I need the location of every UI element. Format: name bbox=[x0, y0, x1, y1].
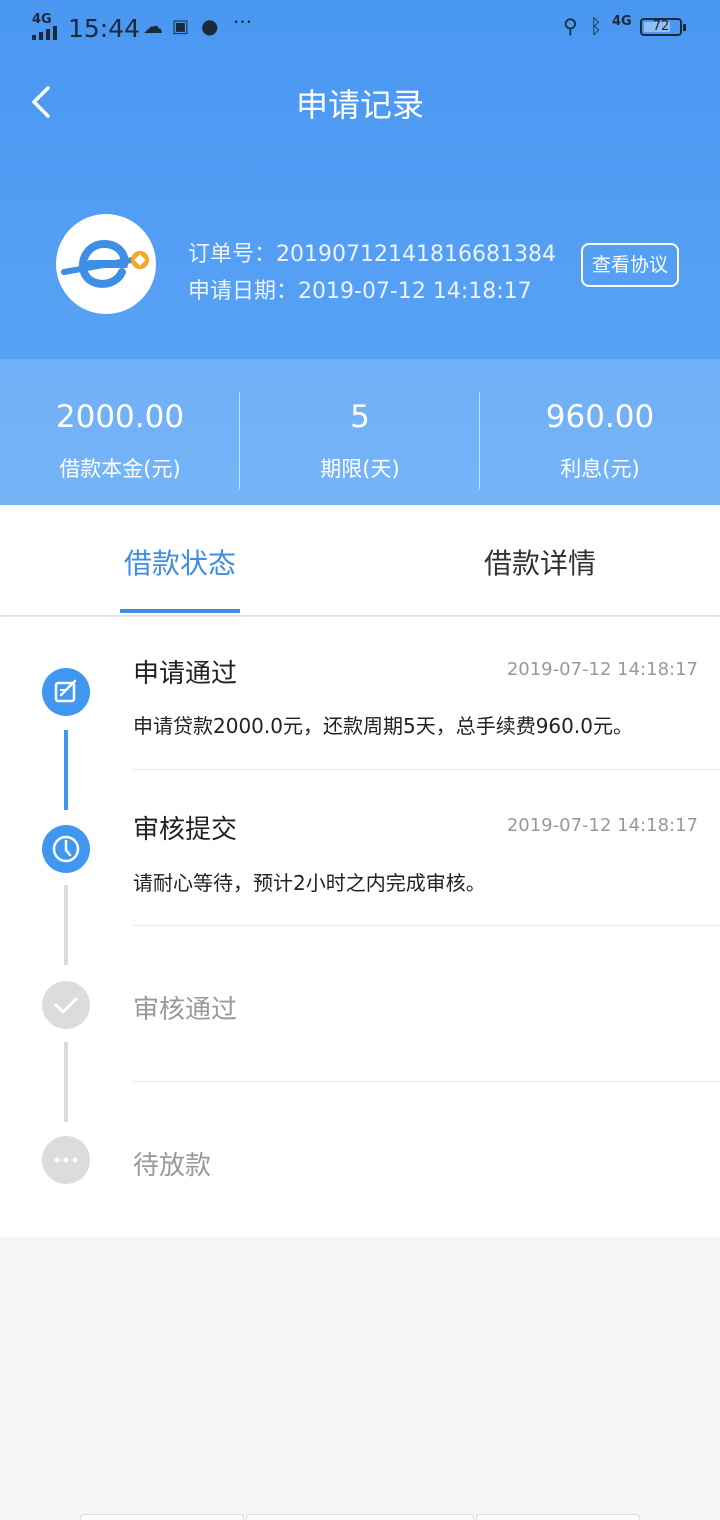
step-title: 申请通过 bbox=[133, 659, 238, 689]
stat-interest: 960.00 利息(元) bbox=[480, 359, 720, 505]
step-separator bbox=[133, 769, 720, 770]
network-type: 4G bbox=[32, 12, 52, 27]
stat-term: 5 期限(天) bbox=[240, 359, 480, 505]
apply-date-value: 2019-07-12 14:18:17 bbox=[298, 279, 532, 304]
battery-level: 72 bbox=[652, 19, 670, 34]
stat-label: 期限(天) bbox=[320, 457, 400, 481]
step-title: 审核通过 bbox=[133, 995, 238, 1025]
step-time: 2019-07-12 14:18:17 bbox=[506, 659, 698, 680]
edit-icon bbox=[42, 668, 90, 716]
step-separator bbox=[133, 1081, 720, 1082]
stat-value: 960.00 bbox=[545, 399, 655, 435]
location-icon: ⚲ bbox=[563, 14, 578, 38]
stat-value: 5 bbox=[350, 399, 370, 435]
stat-label: 借款本金(元) bbox=[59, 457, 181, 481]
battery-icon: 72 bbox=[640, 18, 686, 36]
step-description: 请耐心等待，预计2小时之内完成审核。 bbox=[133, 871, 486, 895]
bottom-bar-edge bbox=[80, 1514, 640, 1520]
status-timeline: 申请通过 2019-07-12 14:18:17 申请贷款2000.0元，还款周… bbox=[0, 617, 720, 1237]
status-time: 15:44 bbox=[68, 14, 141, 43]
status-bar: 4G 15:44 ☁ ▣ ● ··· ⚲ ᛒ 4G 72 bbox=[0, 0, 720, 58]
stat-principal: 2000.00 借款本金(元) bbox=[0, 359, 240, 505]
loan-stats: 2000.00 借款本金(元) 5 期限(天) 960.00 利息(元) bbox=[0, 359, 720, 505]
tab-loan-details[interactable]: 借款详情 bbox=[360, 505, 720, 615]
app-logo bbox=[56, 214, 156, 314]
header: 4G 15:44 ☁ ▣ ● ··· ⚲ ᛒ 4G 72 申请记录 订单号：20… bbox=[0, 0, 720, 505]
step-separator bbox=[133, 925, 720, 926]
order-number: 订单号：20190712141816681384 bbox=[188, 236, 556, 268]
apply-date: 申请日期：2019-07-12 14:18:17 bbox=[188, 273, 532, 305]
stat-label: 利息(元) bbox=[560, 457, 640, 481]
more-notifications-icon: ··· bbox=[233, 10, 253, 34]
order-number-value: 20190712141816681384 bbox=[276, 242, 556, 267]
app-notification-icon: ▣ bbox=[172, 16, 190, 37]
clock-icon bbox=[42, 825, 90, 873]
page-title: 申请记录 bbox=[295, 86, 424, 124]
bluetooth-icon: ᛒ bbox=[590, 14, 602, 38]
tab-loan-status[interactable]: 借款状态 bbox=[0, 505, 360, 615]
tab-bar: 借款状态 借款详情 bbox=[0, 505, 720, 615]
stat-value: 2000.00 bbox=[55, 399, 185, 435]
timeline-connector bbox=[64, 885, 68, 965]
check-icon bbox=[42, 981, 90, 1029]
step-description: 申请贷款2000.0元，还款周期5天，总手续费960.0元。 bbox=[133, 714, 633, 738]
ellipsis-icon bbox=[42, 1136, 90, 1184]
cloud-icon: ☁ bbox=[143, 14, 163, 38]
step-title: 审核提交 bbox=[133, 815, 238, 845]
tab-indicator bbox=[120, 609, 240, 613]
signal-icon bbox=[32, 26, 62, 40]
chat-icon: ● bbox=[201, 14, 219, 38]
network-type-right: 4G bbox=[612, 14, 632, 29]
step-time: 2019-07-12 14:18:17 bbox=[506, 815, 698, 836]
view-protocol-button[interactable]: 查看协议 bbox=[581, 243, 679, 287]
apply-date-label: 申请日期： bbox=[188, 279, 299, 304]
timeline-connector bbox=[64, 730, 68, 810]
step-title: 待放款 bbox=[133, 1151, 212, 1181]
order-number-label: 订单号： bbox=[188, 242, 277, 267]
timeline-connector bbox=[64, 1042, 68, 1122]
